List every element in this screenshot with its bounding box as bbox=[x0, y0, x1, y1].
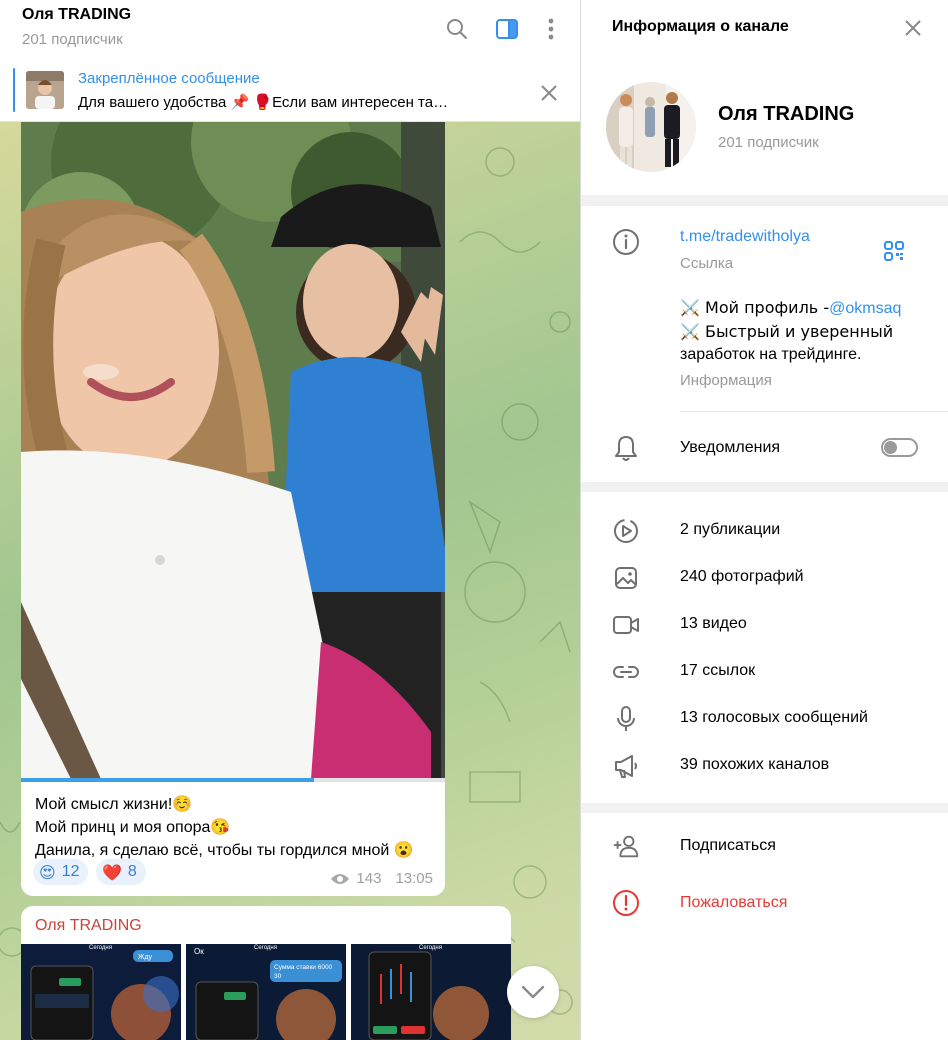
message-meta: 143 13:05 bbox=[330, 870, 433, 887]
report-icon bbox=[612, 889, 640, 917]
channel-link[interactable]: t.me/tradewitholya bbox=[680, 228, 810, 246]
channel-name: Оля TRADING bbox=[718, 103, 855, 125]
thumb-header-text: Сегодня bbox=[89, 945, 112, 951]
info-icon bbox=[612, 228, 640, 256]
photo-icon bbox=[612, 564, 640, 592]
media-label: 39 похожих каналов bbox=[680, 756, 830, 773]
media-row-voice[interactable]: 13 голосовых сообщений bbox=[581, 695, 948, 742]
sidebar-toggle-icon[interactable] bbox=[492, 14, 522, 44]
media-row-photos[interactable]: 240 фотографий bbox=[581, 554, 948, 601]
video-message: Мой смысл жизни!☺️ Мой принц и моя опора… bbox=[21, 122, 445, 896]
thumb-bubble-text: 30 bbox=[274, 973, 282, 980]
media-row-publications[interactable]: 2 публикации bbox=[581, 507, 948, 554]
report-button[interactable]: Пожаловаться bbox=[581, 875, 948, 932]
chevron-down-icon bbox=[521, 985, 545, 999]
media-label: 13 видео bbox=[680, 615, 747, 632]
pinned-thumbnail bbox=[26, 71, 64, 109]
caption-line-1: Мой смысл жизни!☺️ bbox=[35, 796, 193, 813]
link-icon bbox=[612, 658, 640, 686]
album-photo-3[interactable]: Сегодня bbox=[351, 944, 511, 1040]
about-line-1: ⚔️ Мой профиль -@okmsaq bbox=[680, 298, 901, 318]
search-icon[interactable] bbox=[442, 14, 472, 44]
chat-header: Оля TRADING 201 подписчик bbox=[0, 0, 580, 63]
media-row-videos[interactable]: 13 видео bbox=[581, 601, 948, 648]
profile-mention-link[interactable]: @okmsaq bbox=[829, 300, 901, 317]
media-label: 240 фотографий bbox=[680, 568, 804, 585]
panel-title: Информация о канале bbox=[612, 18, 789, 35]
channel-details-card: t.me/tradewitholya Ссылка ⚔️ Мой профиль… bbox=[581, 206, 948, 482]
message-author[interactable]: Оля TRADING bbox=[35, 917, 142, 935]
about-line-3: заработок на трейдинге. bbox=[680, 346, 862, 363]
media-row-links[interactable]: 17 ссылок bbox=[581, 648, 948, 695]
heart-eyes-emoji: 😍 bbox=[39, 862, 56, 882]
notifications-toggle[interactable] bbox=[881, 438, 918, 457]
thumb-header-text: Сегодня bbox=[254, 945, 277, 951]
message-caption-box: Мой смысл жизни!☺️ Мой принц и моя опора… bbox=[21, 782, 445, 896]
chat-title[interactable]: Оля TRADING bbox=[22, 6, 131, 24]
reaction-count: 12 bbox=[61, 863, 80, 880]
publications-icon bbox=[612, 517, 640, 545]
caption-line-2: Мой принц и моя опора😘 bbox=[35, 819, 231, 836]
close-icon[interactable] bbox=[901, 16, 925, 40]
subscribe-label: Подписаться bbox=[680, 837, 776, 854]
channel-avatar[interactable] bbox=[606, 82, 696, 172]
more-icon[interactable] bbox=[536, 14, 566, 44]
media-row-similar-channels[interactable]: 39 похожих каналов bbox=[581, 742, 948, 789]
pinned-indicator bbox=[13, 68, 15, 112]
qr-code-icon[interactable] bbox=[880, 237, 908, 265]
message-time: 13:05 bbox=[395, 870, 433, 887]
channel-link-label: Ссылка bbox=[680, 255, 734, 272]
views-icon bbox=[331, 873, 350, 884]
album-message: Оля TRADING Сегодня Жду Сегодня Ок Сумма… bbox=[21, 906, 511, 1040]
media-label: 13 голосовых сообщений bbox=[680, 709, 868, 726]
channel-actions-card: Подписаться Пожаловаться bbox=[581, 813, 948, 1040]
media-label: 17 ссылок bbox=[680, 662, 756, 679]
thumb-left-text: Ок bbox=[194, 947, 204, 956]
report-label: Пожаловаться bbox=[680, 894, 788, 911]
thumb-header-text: Сегодня bbox=[419, 945, 442, 951]
media-label: 2 публикации bbox=[680, 521, 781, 538]
add-user-icon bbox=[612, 832, 640, 860]
video-icon bbox=[612, 611, 640, 639]
about-line-2: ⚔️ Быстрый и уверенный bbox=[680, 322, 894, 341]
views-count: 143 bbox=[356, 870, 382, 887]
chat-subscribers: 201 подписчик bbox=[22, 31, 123, 48]
caption-line-3: Данила, я сделаю всё, чтобы ты гордился … bbox=[35, 842, 414, 859]
bell-icon bbox=[612, 434, 640, 462]
channel-header-card: Информация о канале Оля TRADING 201 подп… bbox=[581, 0, 948, 195]
thumb-bubble-text: Сумма ставки 6000 bbox=[274, 964, 333, 971]
pinned-title: Закреплённое сообщение bbox=[78, 70, 260, 87]
channel-subscribers: 201 подписчик bbox=[718, 134, 819, 151]
microphone-icon bbox=[612, 705, 640, 733]
album-photo-2[interactable]: Сегодня Ок Сумма ставки 6000 30 bbox=[186, 944, 346, 1040]
video-player[interactable] bbox=[21, 122, 445, 779]
about-label: Информация bbox=[680, 372, 772, 389]
about-line-1-prefix: ⚔️ Мой профиль - bbox=[680, 298, 830, 317]
album-photo-1[interactable]: Сегодня Жду bbox=[21, 944, 181, 1040]
notifications-label: Уведомления bbox=[680, 439, 781, 456]
toggle-knob bbox=[884, 441, 897, 454]
channel-info-panel: Информация о канале Оля TRADING 201 подп… bbox=[580, 0, 948, 1040]
subscribe-button[interactable]: Подписаться bbox=[581, 818, 948, 875]
reaction-heart-eyes[interactable]: 😍 12 bbox=[33, 859, 89, 885]
divider bbox=[680, 411, 948, 412]
chat-area: Оля TRADING 201 подписчик Закреплённое с… bbox=[0, 0, 580, 1040]
pinned-message-bar[interactable]: Закреплённое сообщение Для вашего удобст… bbox=[0, 62, 580, 122]
pinned-text: Для вашего удобства 📌 🥊Если вам интересе… bbox=[78, 94, 449, 111]
reaction-heart[interactable]: ❤️ 8 bbox=[96, 859, 146, 885]
megaphone-icon bbox=[612, 752, 640, 780]
thumb-bubble-text: Жду bbox=[138, 954, 153, 961]
scroll-to-bottom-button[interactable] bbox=[507, 966, 559, 1018]
heart-emoji: ❤️ bbox=[102, 862, 122, 882]
close-icon[interactable] bbox=[536, 80, 562, 106]
reaction-count: 8 bbox=[127, 863, 137, 880]
shared-media-card: 2 публикации 240 фотографий 13 видео 17 … bbox=[581, 492, 948, 803]
